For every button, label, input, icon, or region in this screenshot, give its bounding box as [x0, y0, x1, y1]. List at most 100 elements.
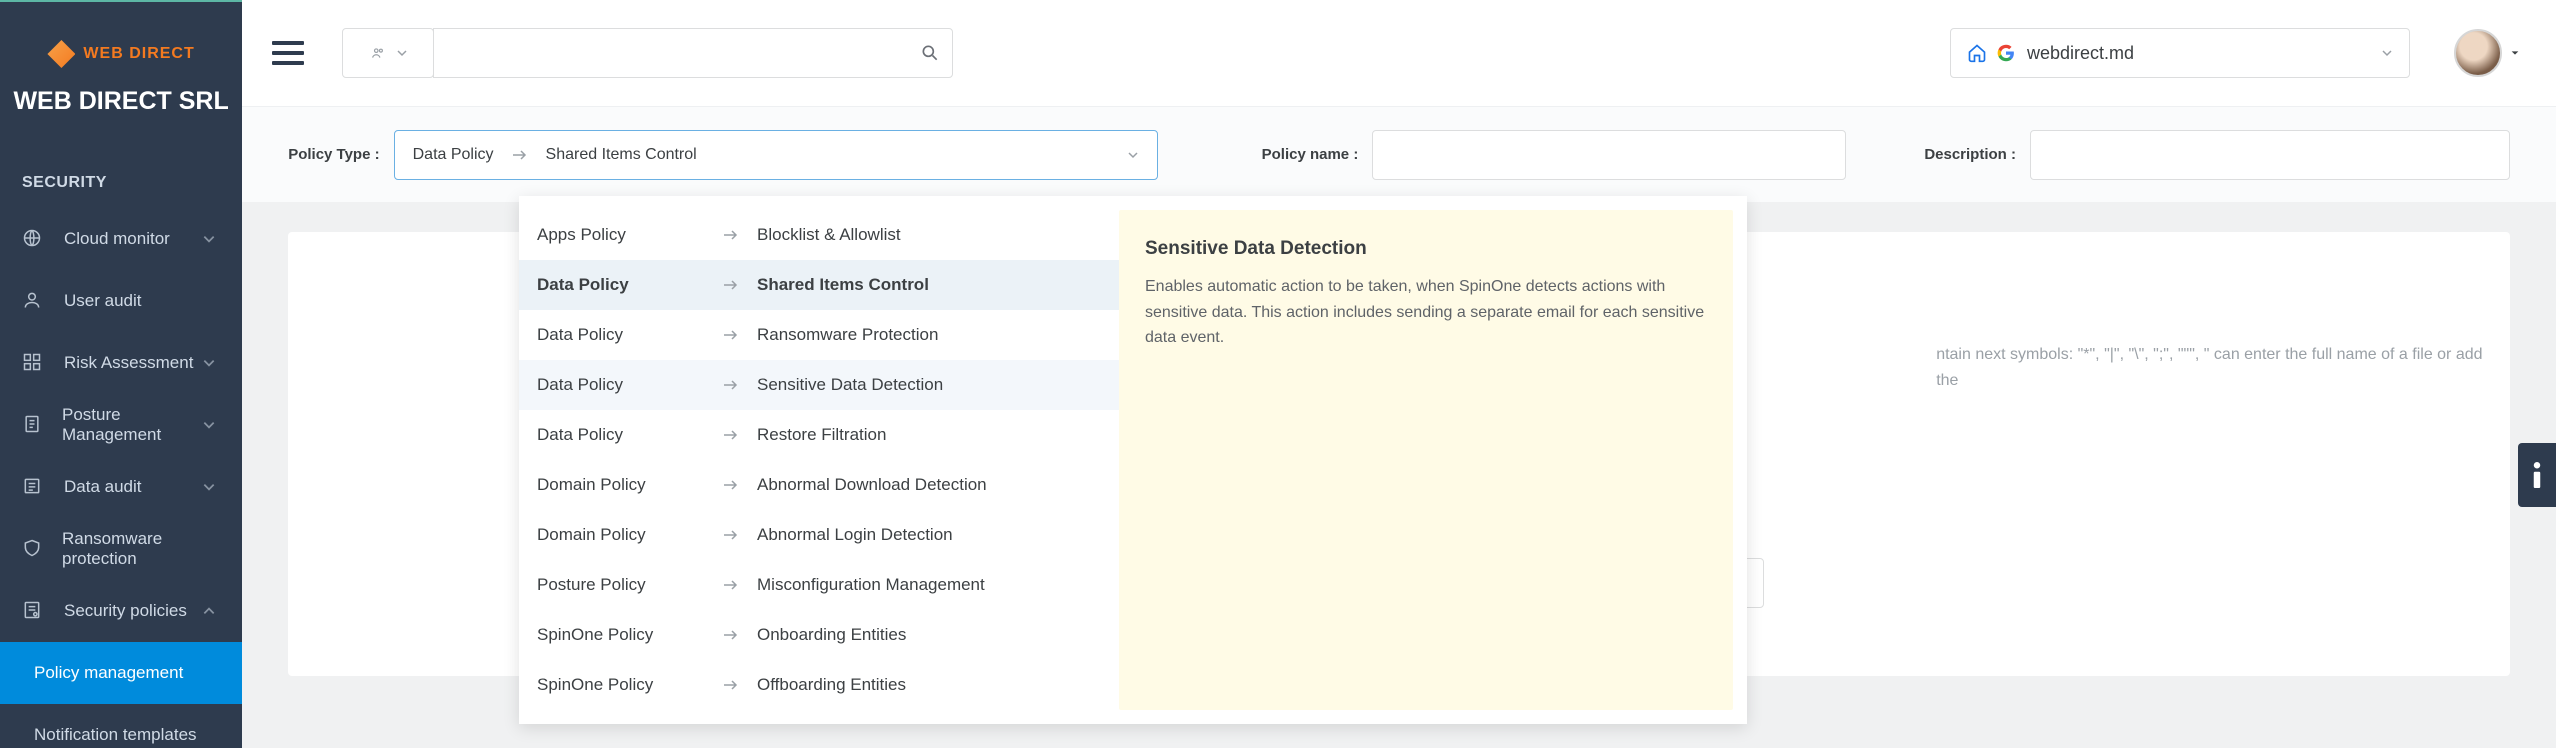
policy-name-label: Policy name :: [1262, 146, 1359, 163]
sidebar-item-data-audit[interactable]: Data audit: [0, 456, 242, 518]
user-menu[interactable]: [2454, 29, 2520, 77]
document-icon: [22, 414, 42, 436]
policy-type-select[interactable]: Data Policy Shared Items Control: [394, 130, 1158, 180]
dropdown-item-sub: Sensitive Data Detection: [757, 375, 943, 395]
dropdown-item-cat: Data Policy: [537, 375, 705, 395]
caret-down-icon: [2510, 48, 2520, 58]
policy-type-label: Policy Type :: [288, 146, 379, 163]
arrow-right-icon: [723, 329, 739, 341]
sidebar-subitem-notification-templates[interactable]: Notification templates: [0, 704, 242, 748]
dropdown-item-cat: SpinOne Policy: [537, 625, 705, 645]
chevron-down-icon: [2381, 47, 2393, 59]
users-icon: [368, 46, 388, 60]
search-box[interactable]: [433, 28, 953, 78]
policy-type-cat: Data Policy: [413, 146, 494, 164]
dropdown-item-cat: Domain Policy: [537, 475, 705, 495]
company-name: WEB DIRECT SRL: [0, 87, 242, 116]
sidebar-subitem-policy-management[interactable]: Policy management: [0, 642, 242, 704]
arrow-right-icon: [723, 529, 739, 541]
domain-select[interactable]: webdirect.md: [1950, 28, 2410, 78]
sidebar-item-user-audit[interactable]: User audit: [0, 270, 242, 332]
google-icon: [1997, 44, 2015, 62]
arrow-right-icon: [723, 429, 739, 441]
sidebar-item-risk-assessment[interactable]: Risk Assessment: [0, 332, 242, 394]
arrow-right-icon: [723, 229, 739, 241]
dropdown-list: Apps Policy Blocklist & AllowlistData Po…: [519, 196, 1119, 724]
dropdown-desc-body: Enables automatic action to be taken, wh…: [1145, 274, 1707, 351]
arrow-right-icon: [723, 679, 739, 691]
info-icon: [2532, 462, 2542, 488]
section-title: SECURITY: [0, 138, 242, 208]
sidebar-item-label: Cloud monitor: [64, 229, 170, 249]
arrow-right-icon: [512, 149, 528, 161]
chevron-down-icon: [202, 480, 216, 494]
dropdown-item-sub: Abnormal Login Detection: [757, 525, 953, 545]
avatar: [2454, 29, 2502, 77]
search-scope-select[interactable]: [342, 28, 434, 78]
arrow-right-icon: [723, 579, 739, 591]
sidebar-item-label: Security policies: [64, 601, 187, 621]
description-label: Description :: [1924, 146, 2016, 163]
dropdown-item-sub: Offboarding Entities: [757, 675, 906, 695]
dropdown-item-sub: Blocklist & Allowlist: [757, 225, 901, 245]
dropdown-item-sensitive-data-detection[interactable]: Data Policy Sensitive Data Detection: [519, 360, 1119, 410]
sidebar-item-label: Policy management: [34, 663, 183, 683]
policy-type-sub: Shared Items Control: [546, 146, 697, 164]
dropdown-item-ransomware-protection[interactable]: Data Policy Ransomware Protection: [519, 310, 1119, 360]
grid-icon: [22, 352, 44, 374]
sidebar-item-security-policies[interactable]: Security policies: [0, 580, 242, 642]
dropdown-item-cat: Data Policy: [537, 325, 705, 345]
policy-type-dropdown: Apps Policy Blocklist & AllowlistData Po…: [519, 196, 1747, 724]
sidebar-item-label: Risk Assessment: [64, 353, 193, 373]
sidebar-item-cloud-monitor[interactable]: Cloud monitor: [0, 208, 242, 270]
arrow-right-icon: [723, 629, 739, 641]
sidebar-item-ransomware-protection[interactable]: Ransomware protection: [0, 518, 242, 580]
chevron-down-icon: [202, 232, 216, 246]
dropdown-desc-title: Sensitive Data Detection: [1145, 238, 1707, 260]
domain-text: webdirect.md: [2027, 43, 2134, 64]
dropdown-item-offboarding-entities[interactable]: SpinOne Policy Offboarding Entities: [519, 660, 1119, 710]
dropdown-item-sub: Onboarding Entities: [757, 625, 906, 645]
logo: WEB DIRECT WEB DIRECT SRL: [0, 2, 242, 138]
sidebar: WEB DIRECT WEB DIRECT SRL SECURITY Cloud…: [0, 0, 242, 748]
policy-icon: [22, 600, 44, 622]
dropdown-item-sub: Misconfiguration Management: [757, 575, 985, 595]
home-icon: [1967, 43, 1987, 63]
dropdown-item-abnormal-download-detection[interactable]: Domain Policy Abnormal Download Detectio…: [519, 460, 1119, 510]
description-input[interactable]: [2030, 130, 2510, 180]
sidebar-item-label: Data audit: [64, 477, 142, 497]
dropdown-item-cat: Apps Policy: [537, 225, 705, 245]
dropdown-item-shared-items-control[interactable]: Data Policy Shared Items Control: [519, 260, 1119, 310]
dropdown-item-sub: Ransomware Protection: [757, 325, 938, 345]
list-icon: [22, 476, 44, 498]
policy-name-input[interactable]: [1372, 130, 1846, 180]
arrow-right-icon: [723, 379, 739, 391]
arrow-right-icon: [723, 479, 739, 491]
dropdown-item-misconfiguration-management[interactable]: Posture Policy Misconfiguration Manageme…: [519, 560, 1119, 610]
dropdown-item-blocklist-&-allowlist[interactable]: Apps Policy Blocklist & Allowlist: [519, 210, 1119, 260]
dropdown-item-cat: Domain Policy: [537, 525, 705, 545]
info-drawer-toggle[interactable]: [2518, 443, 2556, 507]
dropdown-item-restore-filtration[interactable]: Data Policy Restore Filtration: [519, 410, 1119, 460]
dropdown-description: Sensitive Data Detection Enables automat…: [1119, 210, 1733, 710]
dropdown-item-onboarding-entities[interactable]: SpinOne Policy Onboarding Entities: [519, 610, 1119, 660]
sidebar-item-label: Ransomware protection: [62, 529, 216, 569]
menu-toggle-button[interactable]: [272, 41, 304, 65]
chevron-up-icon: [202, 604, 216, 618]
dropdown-item-abnormal-login-detection[interactable]: Domain Policy Abnormal Login Detection: [519, 510, 1119, 560]
chevron-down-icon: [1127, 149, 1139, 161]
arrow-right-icon: [723, 279, 739, 291]
user-icon: [22, 290, 44, 312]
search-input[interactable]: [446, 44, 920, 62]
dropdown-item-cat: SpinOne Policy: [537, 675, 705, 695]
dropdown-item-cat: Data Policy: [537, 275, 705, 295]
chevron-down-icon: [396, 47, 408, 59]
chevron-down-icon: [202, 418, 216, 432]
chevron-down-icon: [202, 356, 216, 370]
logo-text: WEB DIRECT: [83, 45, 194, 62]
sidebar-item-posture-management[interactable]: Posture Management: [0, 394, 242, 456]
dropdown-item-cat: Posture Policy: [537, 575, 705, 595]
sidebar-item-label: Notification templates: [34, 725, 197, 745]
dropdown-item-sub: Shared Items Control: [757, 275, 929, 295]
shield-icon: [22, 538, 42, 560]
